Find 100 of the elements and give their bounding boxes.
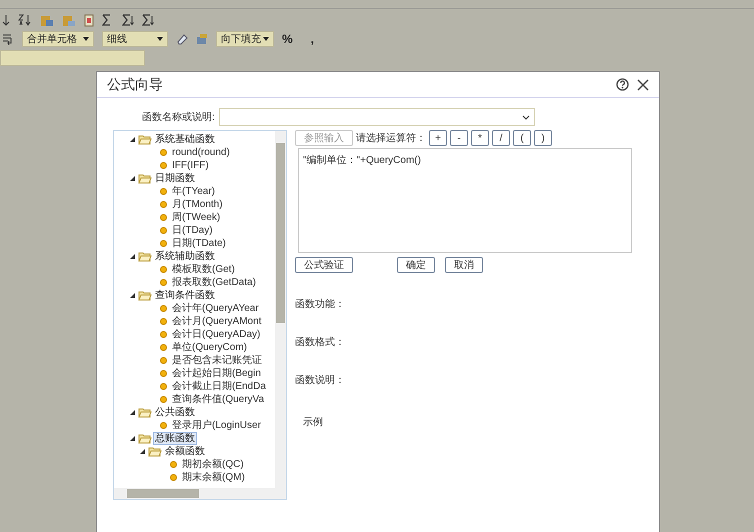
collapse-arrow-icon[interactable] [130, 254, 136, 260]
bullet-icon [160, 396, 167, 403]
bullet-icon [160, 422, 167, 429]
bullet-icon [160, 188, 167, 195]
tree-item[interactable]: 单位(QueryCom) [170, 341, 250, 354]
bullet-icon [160, 201, 167, 208]
formula-editor[interactable]: "编制单位："+QueryCom() [298, 148, 632, 253]
bullet-icon [160, 383, 167, 390]
bullet-icon [160, 344, 167, 351]
bullet-icon [160, 149, 167, 156]
tree-item[interactable]: 查询条件值(QueryVa [170, 393, 266, 406]
tree-folder-label[interactable]: 系统基础函数 [153, 133, 217, 146]
bullet-icon [160, 370, 167, 377]
folder-icon [138, 433, 152, 444]
horizontal-scrollbar[interactable] [114, 488, 286, 499]
percent-button[interactable]: % [282, 32, 293, 46]
dropdown-arrow-icon [83, 37, 89, 41]
operator-button[interactable]: ) [534, 130, 552, 146]
tree-item[interactable]: 会计年(QueryAYear [170, 302, 261, 315]
function-info-label: 函数说明： [295, 374, 346, 387]
tree-folder-label[interactable]: 总账函数 [153, 432, 197, 445]
tree-folder-label[interactable]: 查询条件函数 [153, 289, 217, 302]
line-style-dropdown[interactable]: 细线 [102, 31, 168, 47]
bullet-icon [160, 318, 167, 325]
bullet-icon [160, 279, 167, 286]
merge-cells-dropdown[interactable]: 合并单元格 [22, 31, 94, 47]
ok-button[interactable]: 确定 [397, 257, 435, 273]
chevron-down-icon [522, 114, 530, 120]
example-label: 示例 [303, 416, 324, 429]
search-label: 函数名称或说明: [142, 110, 215, 124]
operator-label: 请选择运算符： [356, 132, 426, 145]
operator-button[interactable]: + [429, 130, 447, 146]
tree-item[interactable]: 是否包含未记账凭证 [170, 354, 264, 367]
tree-item[interactable]: 会计日(QueryADay) [170, 328, 262, 341]
tree-folder-label[interactable]: 日期函数 [153, 172, 197, 185]
sort-descending-icon[interactable] [2, 14, 10, 26]
document-icon[interactable] [84, 14, 94, 26]
folder-icon [138, 407, 152, 418]
bullet-icon [160, 214, 167, 221]
bullet-icon [160, 240, 167, 247]
bullet-icon [160, 227, 167, 234]
operator-button[interactable]: - [450, 130, 468, 146]
dialog-title: 公式向导 [107, 76, 163, 94]
fill-down-dropdown[interactable]: 向下填充 [216, 31, 274, 47]
help-icon[interactable] [616, 78, 629, 91]
bullet-icon [160, 357, 167, 364]
tree-folder-label[interactable]: 系统辅助函数 [153, 250, 217, 263]
tree-folder-label[interactable]: 余额函数 [163, 445, 207, 458]
folder-icon [148, 446, 162, 457]
collapse-arrow-icon[interactable] [140, 448, 146, 454]
tree-folder-label[interactable]: 公共函数 [153, 406, 197, 419]
tree-item[interactable]: 期初余额(QC) [180, 458, 246, 471]
operator-button[interactable]: / [492, 130, 510, 146]
tree-item[interactable]: 模板取数(Get) [170, 263, 237, 276]
tree-item[interactable]: 期末余额(QM) [180, 471, 247, 484]
sort-icon[interactable] [18, 14, 32, 26]
tree-item[interactable]: IFF(IFF) [170, 159, 211, 172]
folder-icon [138, 290, 152, 301]
bullet-icon [170, 474, 177, 481]
folder-icon [138, 173, 152, 184]
operator-button[interactable]: * [471, 130, 489, 146]
collapse-arrow-icon[interactable] [130, 136, 136, 142]
collapse-arrow-icon[interactable] [130, 292, 136, 298]
tree-item[interactable]: 日(TDay) [170, 224, 215, 237]
dropdown-arrow-icon [263, 37, 269, 41]
tree-item[interactable]: 周(TWeek) [170, 211, 222, 224]
comma-button[interactable]: , [310, 32, 314, 46]
collapse-arrow-icon[interactable] [130, 410, 136, 416]
dropdown-arrow-icon [157, 37, 163, 41]
sigma-icon[interactable] [122, 14, 134, 26]
tree-item[interactable]: 会计月(QueryAMont [170, 315, 264, 328]
tree-item[interactable]: 会计截止日期(EndDa [170, 380, 268, 393]
tree-item[interactable]: 报表取数(GetData) [170, 276, 258, 289]
eraser-icon[interactable] [176, 33, 188, 45]
wrap-icon[interactable] [2, 33, 14, 45]
function-search-field[interactable] [218, 108, 535, 126]
bullet-icon [160, 305, 167, 312]
folder-icon [138, 134, 152, 145]
tree-item[interactable]: 会计起始日期(Begin [170, 367, 263, 380]
tree-item[interactable]: round(round) [170, 146, 232, 159]
sigma-icon[interactable] [142, 14, 154, 26]
tree-item[interactable]: 年(TYear) [170, 185, 217, 198]
bullet-icon [160, 162, 167, 169]
formula-input-field[interactable] [0, 50, 145, 66]
collapse-arrow-icon[interactable] [130, 176, 136, 182]
close-icon[interactable] [637, 78, 649, 90]
bullet-icon [170, 461, 177, 468]
tree-item[interactable]: 月(TMonth) [170, 198, 225, 211]
function-info-label: 函数格式： [295, 336, 346, 349]
folder-icon [138, 251, 152, 262]
operator-button[interactable]: ( [513, 130, 531, 146]
bullet-icon [160, 331, 167, 338]
tree-item[interactable]: 登录用户(LoginUser [170, 419, 263, 432]
verify-button[interactable]: 公式验证 [295, 257, 353, 273]
cancel-button[interactable]: 取消 [445, 257, 483, 273]
function-info-label: 函数功能： [295, 298, 346, 311]
collapse-arrow-icon[interactable] [130, 436, 136, 442]
tree-item[interactable]: 日期(TDate) [170, 237, 228, 250]
vertical-scrollbar[interactable] [275, 131, 286, 488]
bullet-icon [160, 266, 167, 273]
